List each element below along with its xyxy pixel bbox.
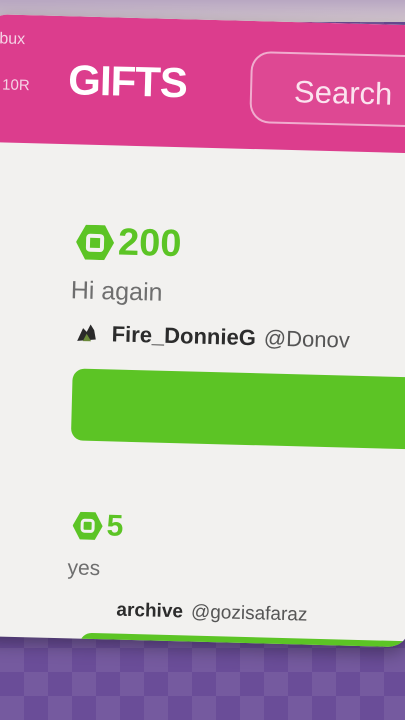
gift-sender: archive @gozisafaraz: [116, 599, 308, 627]
avatar-icon: [77, 324, 96, 342]
gifts-panel: bux 10R GIFTS Search 200 Hi again Fire_D…: [0, 14, 405, 648]
robux-icon: [72, 510, 103, 541]
robux-icon: [76, 223, 115, 262]
gift-item: 5 yes archive @gozisafaraz: [0, 506, 405, 648]
search-button-label: Search: [293, 74, 393, 112]
page-title: GIFTS: [67, 56, 188, 107]
gift-item: 200 Hi again Fire_DonnieG @Donov: [0, 214, 405, 451]
robux-balance: 10R: [1, 76, 30, 95]
sender-display-name: Fire_DonnieG: [111, 321, 257, 351]
header-bar: bux 10R GIFTS Search: [0, 14, 405, 154]
gift-sender: Fire_DonnieG @Donov: [73, 320, 350, 353]
gift-amount-row: 200: [76, 220, 182, 266]
sender-handle: @gozisafaraz: [190, 601, 308, 626]
sender-handle: @Donov: [263, 325, 351, 353]
gift-amount: 5: [106, 509, 124, 543]
search-button[interactable]: Search: [249, 50, 405, 129]
gift-message: yes: [67, 556, 101, 581]
sender-display-name: archive: [116, 599, 184, 623]
gift-message: Hi again: [70, 276, 163, 307]
claim-button[interactable]: [70, 368, 405, 451]
gift-amount-row: 5: [72, 508, 124, 543]
gift-amount: 200: [117, 221, 182, 266]
robux-label: bux: [0, 30, 26, 49]
